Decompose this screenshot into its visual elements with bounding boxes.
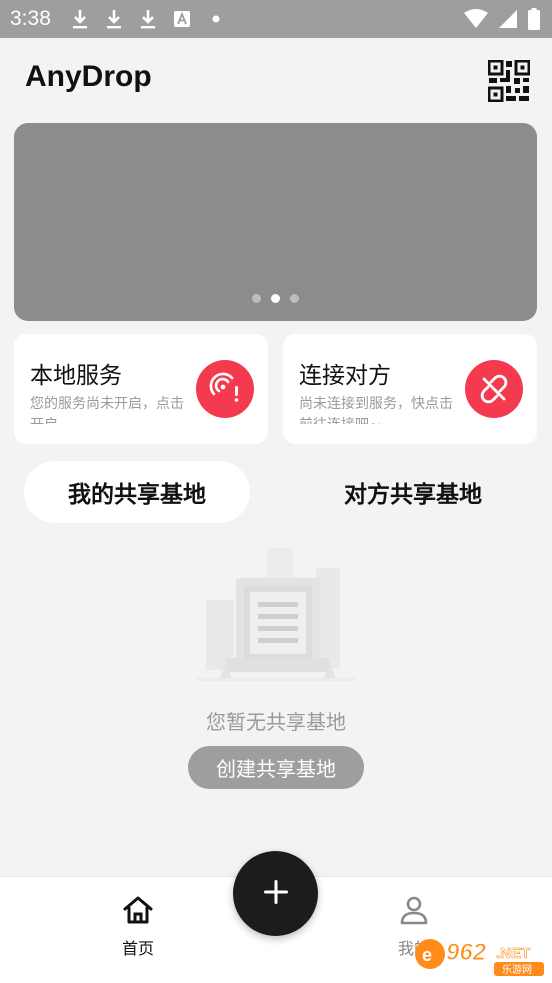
carousel-dot	[290, 294, 299, 303]
local-service-description: 您的服务尚未开启，点击开启	[30, 396, 184, 424]
local-service-card[interactable]: 本地服务 您的服务尚未开启，点击开启	[14, 334, 268, 444]
remote-connect-card[interactable]: 连接对方 尚未连接到服务，快点击前往连接吧~	[283, 334, 537, 444]
home-icon	[122, 895, 154, 929]
remote-connect-description: 尚未连接到服务，快点击前往连接吧~	[299, 396, 453, 424]
dot-icon	[206, 8, 226, 30]
nav-home[interactable]: 首页	[98, 895, 178, 959]
user-icon	[399, 895, 429, 929]
plus-icon	[263, 879, 289, 909]
status-time: 3:38	[10, 7, 51, 30]
download-icon	[70, 8, 90, 30]
banner-carousel[interactable]	[14, 123, 537, 321]
svg-text:乐游网: 乐游网	[502, 963, 532, 976]
download-icon	[138, 8, 158, 30]
font-icon	[172, 8, 192, 30]
tab-other-share-base[interactable]: 对方共享基地	[300, 461, 526, 523]
svg-text:.NET: .NET	[496, 945, 530, 962]
carousel-indicator	[14, 294, 537, 303]
wifi-icon	[464, 9, 488, 33]
download-icon	[104, 8, 124, 30]
empty-state-illustration	[196, 540, 356, 690]
carousel-dot	[252, 294, 261, 303]
svg-text:962: 962	[446, 939, 487, 966]
remote-connect-title: 连接对方	[299, 363, 391, 389]
svg-text:e: e	[422, 945, 432, 965]
broadcast-warning-icon[interactable]	[196, 360, 254, 418]
status-bar: 3:38	[0, 0, 552, 38]
add-fab-button[interactable]	[233, 851, 318, 936]
create-share-base-button[interactable]: 创建共享基地	[188, 746, 364, 789]
watermark-logo: e 962 .NET 乐游网	[412, 934, 548, 978]
link-broken-icon[interactable]	[465, 360, 523, 418]
nav-home-label: 首页	[121, 939, 154, 958]
qr-code-icon[interactable]	[487, 59, 531, 103]
app-title: AnyDrop	[25, 60, 152, 93]
signal-icon	[498, 9, 518, 33]
tab-my-share-base[interactable]: 我的共享基地	[24, 461, 250, 523]
local-service-title: 本地服务	[30, 363, 122, 389]
battery-icon	[528, 8, 540, 34]
empty-state-message: 您暂无共享基地	[206, 710, 346, 734]
carousel-dot-active	[271, 294, 280, 303]
